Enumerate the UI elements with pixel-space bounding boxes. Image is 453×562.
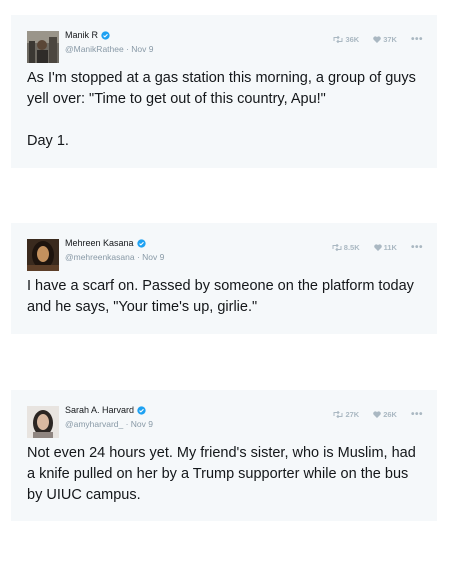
avatar[interactable] [27,239,59,271]
tweet-card[interactable]: Mehreen Kasana @mehreenkasana · Nov 9 8.… [11,223,437,334]
timestamp[interactable]: Nov 9 [142,252,164,262]
display-name[interactable]: Mehreen Kasana [65,238,134,248]
verified-badge-icon [136,238,146,248]
like-button[interactable]: 11K [373,243,397,252]
like-count: 26K [383,410,397,419]
retweet-count: 8.5K [343,243,360,252]
tweet-text: As I'm stopped at a gas station this mor… [27,70,416,149]
timestamp[interactable]: Nov 9 [131,44,153,54]
retweet-icon [333,411,343,418]
verified-badge-icon [137,405,146,415]
heart-icon [373,411,381,418]
tweet-card[interactable]: Manik R @ManikRathee · Nov 9 36K 37K •••… [11,15,437,168]
like-button[interactable]: 37K [373,35,397,44]
more-icon[interactable]: ••• [411,242,423,252]
like-button[interactable]: 26K [373,410,397,419]
timestamp[interactable]: Nov 9 [131,419,153,429]
like-count: 11K [383,243,397,252]
retweet-icon [333,36,343,43]
avatar[interactable] [27,31,59,63]
display-name[interactable]: Manik R [65,30,98,40]
more-icon[interactable]: ••• [411,34,423,44]
retweet-button[interactable]: 27K [333,410,359,419]
retweet-count: 27K [345,410,360,419]
like-count: 37K [383,35,397,44]
handle[interactable]: @ManikRathee [65,44,124,54]
tweet-card[interactable]: Sarah A. Harvard @amyharvard_ · Nov 9 27… [11,390,437,521]
tweet-text: I have a scarf on. Passed by someone on … [27,278,414,315]
handle[interactable]: @amyharvard_ [65,419,123,429]
separator: · [123,419,131,429]
handle[interactable]: @mehreenkasana [65,252,135,262]
retweet-button[interactable]: 36K [333,35,359,44]
more-icon[interactable]: ••• [411,409,423,419]
heart-icon [373,36,381,43]
tweet-text: Not even 24 hours yet. My friend's siste… [27,445,416,503]
verified-badge-icon [101,30,110,40]
display-name[interactable]: Sarah A. Harvard [65,405,134,415]
retweet-count: 36K [345,35,360,44]
avatar[interactable] [27,406,59,438]
retweet-icon [332,244,342,251]
retweet-button[interactable]: 8.5K [332,243,360,252]
heart-icon [373,244,382,251]
